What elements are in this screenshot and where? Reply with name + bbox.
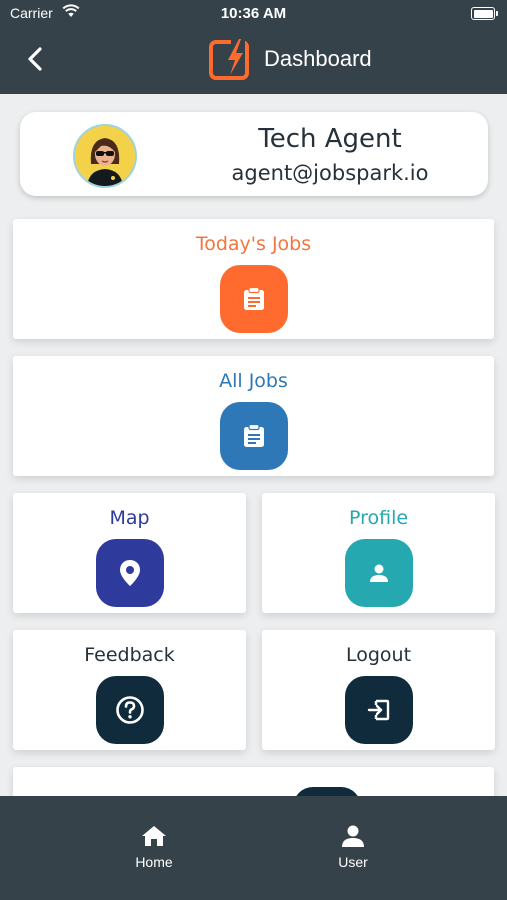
page-title: Dashboard <box>264 46 372 71</box>
header-title-group: Dashboard <box>0 38 507 82</box>
person-icon <box>370 564 388 582</box>
feedback-button[interactable] <box>96 676 164 744</box>
tab-user[interactable]: User <box>303 824 403 870</box>
avatar-illustration <box>75 126 135 186</box>
todays-jobs-label: Today's Jobs <box>195 233 312 255</box>
profile-tile[interactable]: Profile <box>262 493 495 613</box>
profile-label: Profile <box>348 507 409 529</box>
question-icon <box>116 696 144 724</box>
todays-jobs-button[interactable] <box>220 265 288 333</box>
map-pin-icon <box>120 560 140 586</box>
app-logo-icon <box>209 38 249 80</box>
feedback-label: Feedback <box>84 644 175 666</box>
all-jobs-tile[interactable]: All Jobs <box>13 356 494 476</box>
map-button[interactable] <box>96 539 164 607</box>
profile-button[interactable] <box>345 539 413 607</box>
tab-home-label: Home <box>135 854 173 870</box>
todays-jobs-tile[interactable]: Today's Jobs <box>13 219 494 339</box>
feedback-tile[interactable]: Feedback <box>13 630 246 750</box>
logout-tile[interactable]: Logout <box>262 630 495 750</box>
map-label: Map <box>109 507 150 529</box>
all-jobs-button[interactable] <box>220 402 288 470</box>
agent-name: Tech Agent <box>258 124 402 154</box>
clipboard-icon <box>244 287 264 310</box>
clipboard-icon <box>244 424 264 447</box>
tab-user-label: User <box>338 854 368 870</box>
top-bar: Carrier 10:36 AM Dashboard <box>0 0 507 94</box>
clock: 10:36 AM <box>220 5 287 22</box>
bottom-tab-bar: Home User <box>0 796 507 900</box>
logout-icon <box>367 699 390 721</box>
all-jobs-label: All Jobs <box>219 370 288 392</box>
tab-home[interactable]: Home <box>104 824 204 870</box>
avatar <box>73 124 137 188</box>
battery-icon <box>471 7 498 20</box>
status-bar: Carrier 10:36 AM <box>0 0 507 28</box>
agent-email: agent@jobspark.io <box>231 161 429 185</box>
logout-button[interactable] <box>345 676 413 744</box>
user-icon <box>342 825 364 847</box>
map-tile[interactable]: Map <box>13 493 246 613</box>
logout-label: Logout <box>345 644 412 666</box>
home-icon <box>142 826 166 846</box>
profile-card: Tech Agent agent@jobspark.io <box>20 112 488 196</box>
